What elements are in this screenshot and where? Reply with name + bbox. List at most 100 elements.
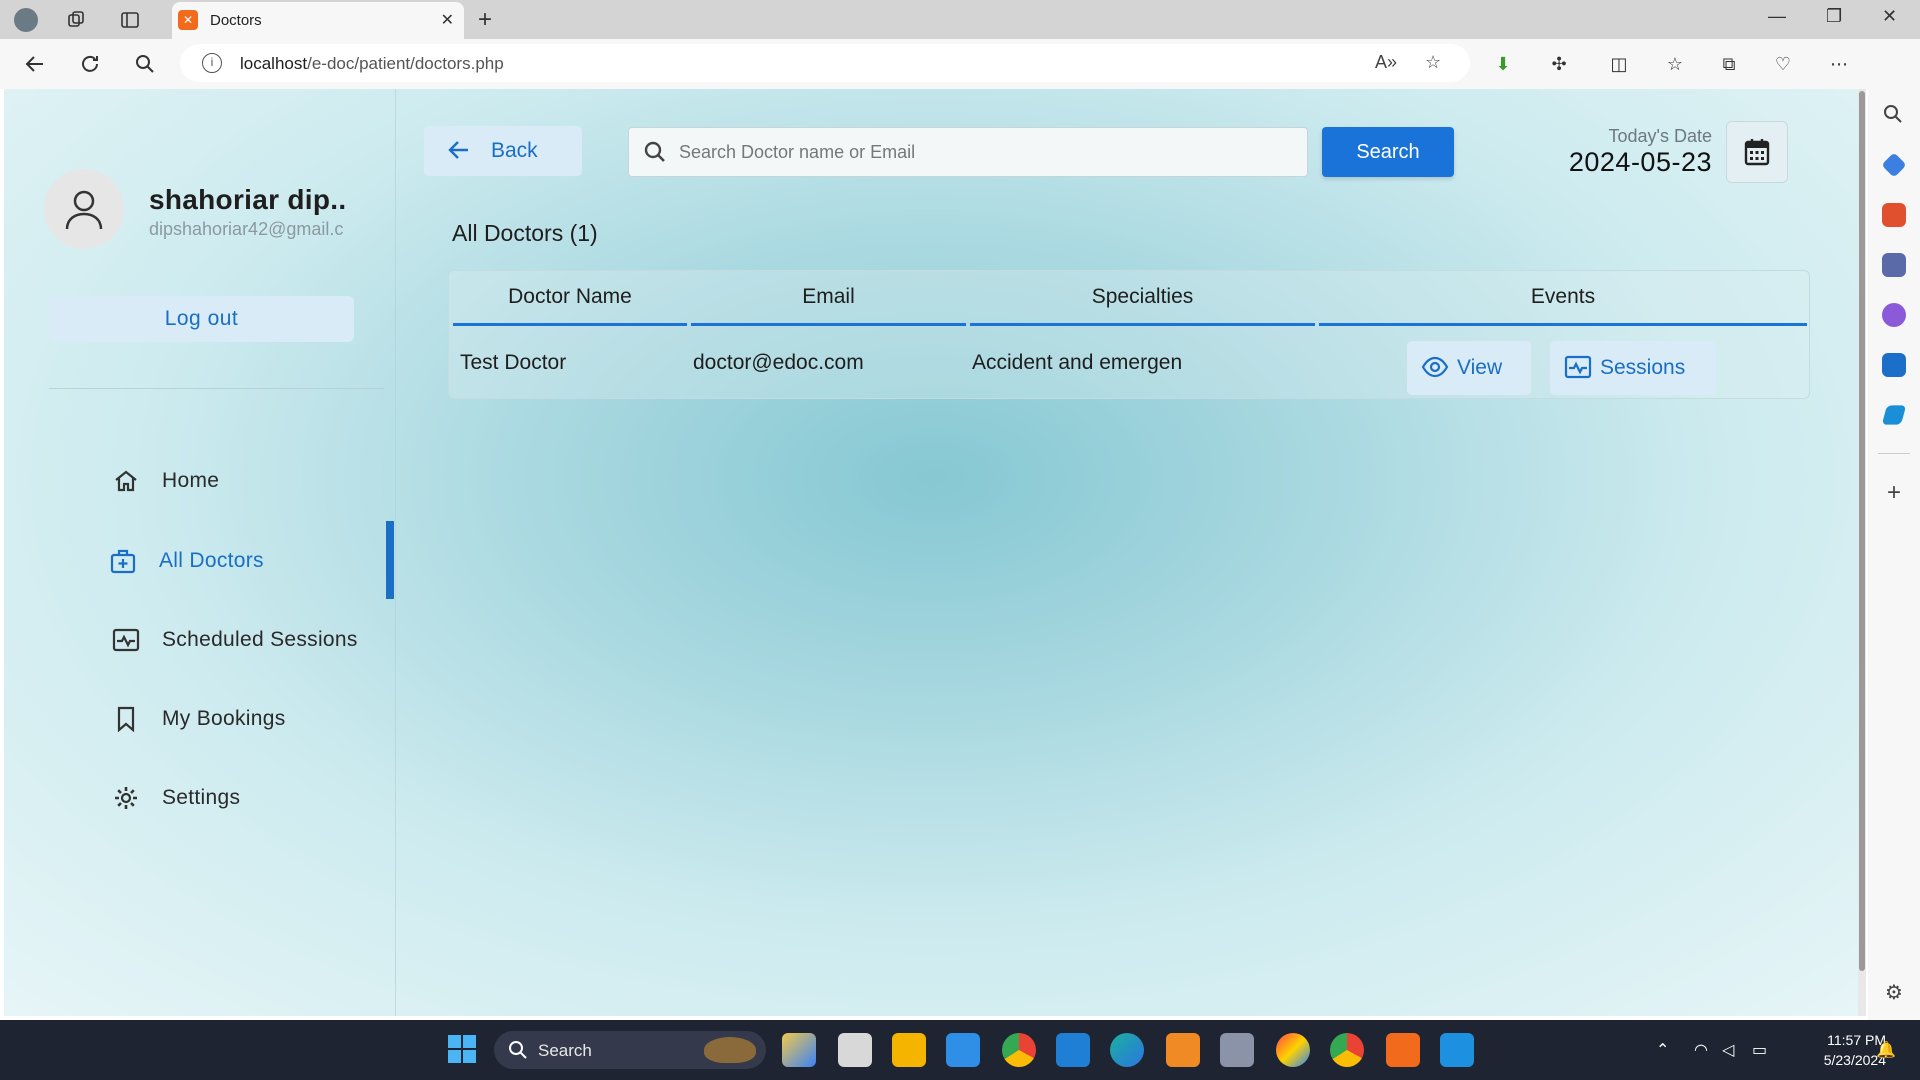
workspaces-icon[interactable] (64, 8, 88, 32)
column-header-doctor-name: Doctor Name (453, 271, 687, 326)
edge-sidebar: + ⚙ (1868, 39, 1920, 1020)
extensions-icon[interactable]: ✣ (1546, 51, 1572, 77)
server-icon[interactable] (1220, 1033, 1254, 1067)
sublime-icon[interactable] (1166, 1033, 1200, 1067)
address-bar[interactable]: i localhost/e-doc/patient/doctors.php A»… (180, 44, 1470, 82)
back-nav-icon[interactable] (20, 49, 50, 79)
collections-icon[interactable]: ⧉ (1716, 51, 1742, 77)
minimize-icon[interactable]: — (1768, 6, 1786, 27)
close-tab-icon[interactable]: ✕ (441, 10, 454, 30)
shopping-icon[interactable] (1881, 152, 1907, 178)
drop-icon[interactable] (1881, 405, 1907, 425)
download-extension-icon[interactable]: ⬇ (1490, 51, 1516, 77)
browser-tab-bar: ✕ Doctors ✕ + — ❐ ✕ (0, 0, 1920, 39)
photos-icon[interactable] (1440, 1033, 1474, 1067)
doctors-table: Doctor Name Email Specialties Events Tes… (448, 270, 1810, 399)
user-name: shahoriar dip.. (149, 184, 347, 215)
system-clock[interactable]: 11:57 PM 5/23/2024 (1790, 1030, 1886, 1070)
app-sidebar: shahoriar dip.. dipshahoriar42@gmail.c L… (4, 89, 396, 1016)
search-button[interactable]: Search (1322, 127, 1454, 177)
column-header-specialties: Specialties (970, 271, 1315, 326)
doctor-specialty-cell: Accident and emergen (972, 351, 1183, 374)
sidebar-item-label: Settings (162, 786, 241, 809)
user-email: dipshahoriar42@gmail.c (149, 219, 344, 239)
task-view-icon[interactable] (838, 1033, 872, 1067)
calendar-button[interactable] (1726, 121, 1788, 183)
url-text: localhost/e-doc/patient/doctors.php (240, 54, 504, 73)
today-date: 2024-05-23 (1568, 147, 1712, 177)
battery-icon[interactable]: ▭ (1752, 1040, 1767, 1060)
turtle-search-highlight-icon (704, 1037, 756, 1063)
search-input[interactable] (679, 128, 1299, 176)
browser-toolbar: i localhost/e-doc/patient/doctors.php A»… (0, 39, 1920, 89)
windows-taskbar: Search ⌃ ◠ ◁ ▭ 11:57 PM 5/23/2024 🔔 (0, 1020, 1920, 1080)
refresh-icon[interactable] (75, 49, 105, 79)
new-tab-icon[interactable]: + (478, 6, 492, 34)
sidebar-item-settings[interactable]: Settings (4, 758, 396, 836)
notification-bell-icon[interactable]: 🔔 (1876, 1040, 1896, 1060)
view-button[interactable]: View (1407, 341, 1531, 395)
xampp-icon[interactable] (1386, 1033, 1420, 1067)
sidebar-item-label: Scheduled Sessions (162, 628, 358, 651)
bookmark-icon (112, 705, 140, 733)
page-title: All Doctors (1) (452, 220, 598, 246)
tools-icon[interactable] (1882, 203, 1906, 227)
browser-search-icon[interactable] (130, 49, 160, 79)
sidebar-item-home[interactable]: Home (4, 441, 396, 519)
back-button[interactable]: Back (424, 126, 582, 176)
windows-start-icon[interactable] (446, 1033, 480, 1067)
copilot-app-icon[interactable] (782, 1033, 816, 1067)
active-indicator (386, 521, 394, 599)
sidebar-divider (49, 388, 384, 389)
outlook-icon[interactable] (1882, 353, 1906, 377)
column-header-email: Email (691, 271, 966, 326)
split-screen-icon[interactable]: ◫ (1606, 51, 1632, 77)
search-icon (643, 140, 667, 169)
more-menu-icon[interactable]: ⋯ (1826, 51, 1852, 77)
tab-doctors[interactable]: ✕ Doctors ✕ (172, 2, 464, 39)
microsoft-365-icon[interactable] (1882, 303, 1906, 327)
file-explorer-icon[interactable] (892, 1033, 926, 1067)
vscode-icon[interactable] (1056, 1033, 1090, 1067)
doctor-email-cell: doctor@edoc.com (693, 351, 864, 374)
medical-kit-icon (109, 547, 137, 575)
browser-essentials-icon[interactable]: ♡ (1770, 51, 1796, 77)
wifi-icon[interactable]: ◠ (1694, 1040, 1708, 1060)
sidebar-item-all-doctors[interactable]: All Doctors (4, 521, 396, 599)
site-info-icon[interactable]: i (202, 53, 222, 73)
sidebar-settings-icon[interactable]: ⚙ (1882, 980, 1906, 1004)
chrome-profile-icon[interactable] (1330, 1033, 1364, 1067)
window-close-icon[interactable]: ✕ (1882, 6, 1897, 27)
sidebar-item-my-bookings[interactable]: My Bookings (4, 679, 396, 757)
sidebar-search-icon[interactable] (1882, 103, 1906, 127)
favorite-star-icon[interactable]: ☆ (1425, 52, 1441, 73)
schedule-icon (1564, 355, 1592, 385)
tab-actions-icon[interactable] (118, 8, 142, 32)
sidebar-item-label: Home (162, 469, 220, 492)
page-scrollbar[interactable] (1858, 89, 1866, 1016)
column-header-events: Events (1319, 271, 1807, 326)
sidebar-item-scheduled-sessions[interactable]: Scheduled Sessions (4, 600, 396, 678)
favorites-icon[interactable]: ☆ (1662, 51, 1688, 77)
volume-icon[interactable]: ◁ (1722, 1040, 1734, 1060)
chevron-up-icon[interactable]: ⌃ (1656, 1040, 1669, 1060)
scrollbar-thumb[interactable] (1859, 91, 1865, 971)
read-aloud-icon[interactable]: A» (1375, 52, 1397, 73)
restore-icon[interactable]: ❐ (1826, 6, 1842, 27)
edge-icon[interactable] (1110, 1033, 1144, 1067)
doctor-search-field[interactable] (628, 127, 1308, 177)
games-icon[interactable] (1882, 253, 1906, 277)
profile-icon[interactable] (14, 8, 38, 32)
taskbar-search[interactable]: Search (494, 1031, 766, 1069)
tab-title: Doctors (210, 12, 262, 29)
calendar-icon (1744, 139, 1770, 166)
chrome-icon[interactable] (1002, 1033, 1036, 1067)
sidebar-divider (1878, 453, 1910, 454)
user-icon (65, 190, 103, 230)
sessions-button[interactable]: Sessions (1550, 341, 1716, 395)
pentagon-app-icon[interactable] (1276, 1033, 1310, 1067)
add-sidebar-icon[interactable]: + (1882, 481, 1906, 506)
logout-button[interactable]: Log out (49, 296, 354, 342)
eye-icon (1421, 355, 1449, 385)
mail-icon[interactable] (946, 1033, 980, 1067)
